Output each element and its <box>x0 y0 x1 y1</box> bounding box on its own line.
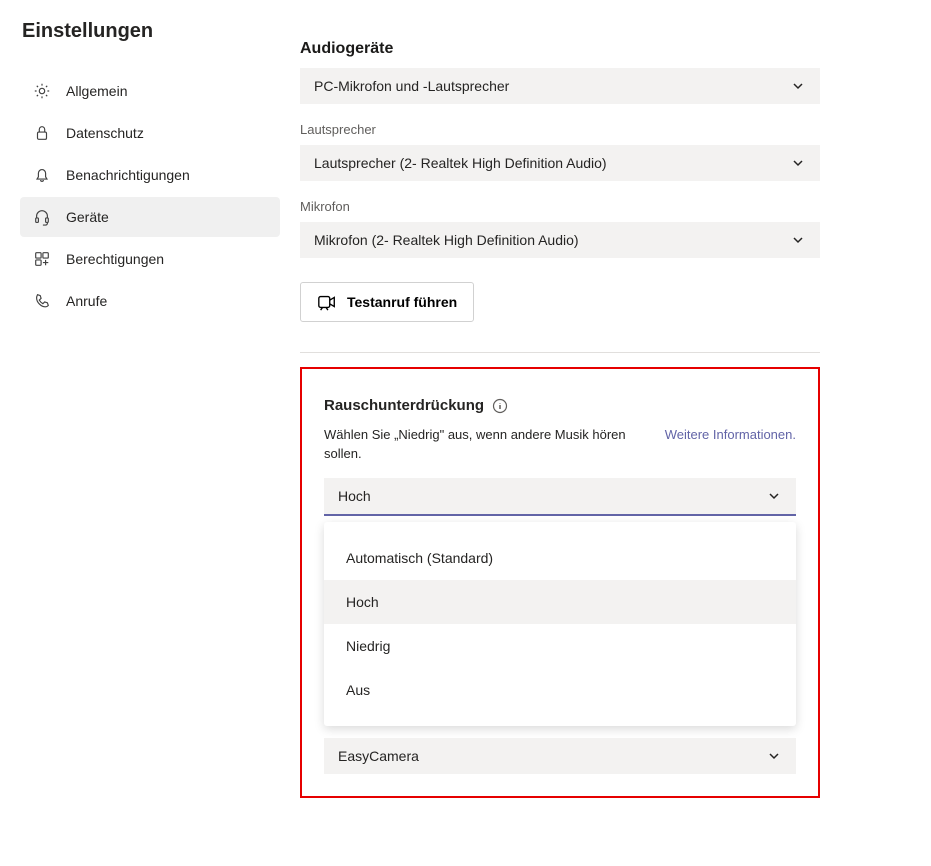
speaker-select[interactable]: Lautsprecher (2- Realtek High Definition… <box>300 145 820 181</box>
page-title: Einstellungen <box>20 20 280 43</box>
noise-option-auto[interactable]: Automatisch (Standard) <box>324 536 796 580</box>
section-divider <box>300 352 820 353</box>
sidebar-item-label: Berechtigungen <box>66 251 164 267</box>
select-value: Mikrofon (2- Realtek High Definition Aud… <box>314 232 579 248</box>
audio-device-select[interactable]: PC-Mikrofon und -Lautsprecher <box>300 68 820 104</box>
select-value: PC-Mikrofon und -Lautsprecher <box>314 78 509 94</box>
chevron-down-icon <box>790 232 806 248</box>
phone-icon <box>32 291 52 311</box>
select-value: EasyCamera <box>338 748 419 764</box>
gear-icon <box>32 81 52 101</box>
sidebar-item-label: Benachrichtigungen <box>66 167 190 183</box>
sidebar-item-label: Datenschutz <box>66 125 144 141</box>
sidebar-item-permissions[interactable]: Berechtigungen <box>20 239 280 279</box>
audio-devices-title: Audiogeräte <box>300 40 820 58</box>
noise-description: Wählen Sie „Niedrig" aus, wenn andere Mu… <box>324 426 665 464</box>
noise-option-high[interactable]: Hoch <box>324 580 796 624</box>
noise-suppression-title: Rauschunterdrückung <box>324 397 484 414</box>
camera-select[interactable]: EasyCamera <box>324 738 796 774</box>
noise-option-off[interactable]: Aus <box>324 668 796 712</box>
apps-icon <box>32 249 52 269</box>
noise-suppression-section: Rauschunterdrückung Wählen Sie „Niedrig"… <box>300 367 820 798</box>
info-icon[interactable] <box>492 398 508 414</box>
chevron-down-icon <box>790 155 806 171</box>
sidebar-item-label: Allgemein <box>66 83 127 99</box>
noise-level-dropdown: Automatisch (Standard) Hoch Niedrig Aus <box>324 522 796 726</box>
test-call-button[interactable]: Testanruf führen <box>300 282 474 322</box>
more-info-link[interactable]: Weitere Informationen. <box>665 426 796 445</box>
sidebar-item-calls[interactable]: Anrufe <box>20 281 280 321</box>
headset-icon <box>32 207 52 227</box>
sidebar-item-label: Geräte <box>66 209 109 225</box>
sidebar-item-privacy[interactable]: Datenschutz <box>20 113 280 153</box>
speaker-label: Lautsprecher <box>300 122 820 137</box>
lock-icon <box>32 123 52 143</box>
chevron-down-icon <box>766 748 782 764</box>
sidebar-item-general[interactable]: Allgemein <box>20 71 280 111</box>
sidebar-item-notifications[interactable]: Benachrichtigungen <box>20 155 280 195</box>
sidebar-nav: Allgemein Datenschutz Benachrichtigungen… <box>20 71 280 321</box>
sidebar-item-devices[interactable]: Geräte <box>20 197 280 237</box>
noise-option-low[interactable]: Niedrig <box>324 624 796 668</box>
chevron-down-icon <box>766 488 782 504</box>
test-call-icon <box>317 293 337 311</box>
button-label: Testanruf führen <box>347 294 457 310</box>
bell-icon <box>32 165 52 185</box>
select-value: Lautsprecher (2- Realtek High Definition… <box>314 155 607 171</box>
noise-level-select[interactable]: Hoch <box>324 478 796 516</box>
sidebar-item-label: Anrufe <box>66 293 107 309</box>
microphone-label: Mikrofon <box>300 199 820 214</box>
chevron-down-icon <box>790 78 806 94</box>
select-value: Hoch <box>338 488 371 504</box>
microphone-select[interactable]: Mikrofon (2- Realtek High Definition Aud… <box>300 222 820 258</box>
